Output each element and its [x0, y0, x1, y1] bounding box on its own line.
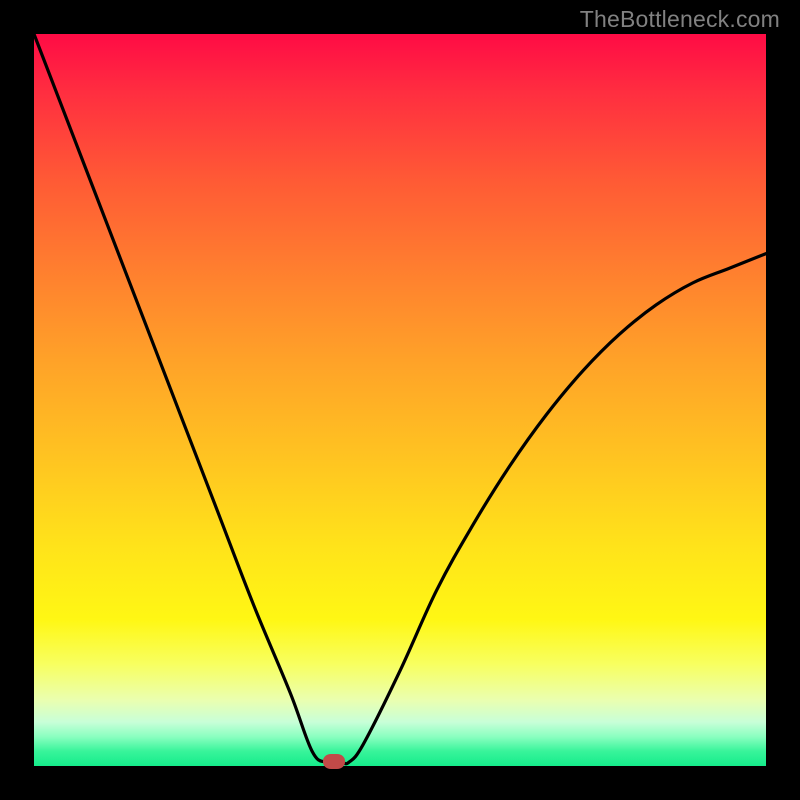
curve-path	[34, 34, 766, 764]
watermark-text: TheBottleneck.com	[580, 6, 780, 33]
minimum-marker	[323, 754, 345, 769]
chart-frame: TheBottleneck.com	[0, 0, 800, 800]
plot-area	[34, 34, 766, 766]
bottleneck-curve	[34, 34, 766, 766]
